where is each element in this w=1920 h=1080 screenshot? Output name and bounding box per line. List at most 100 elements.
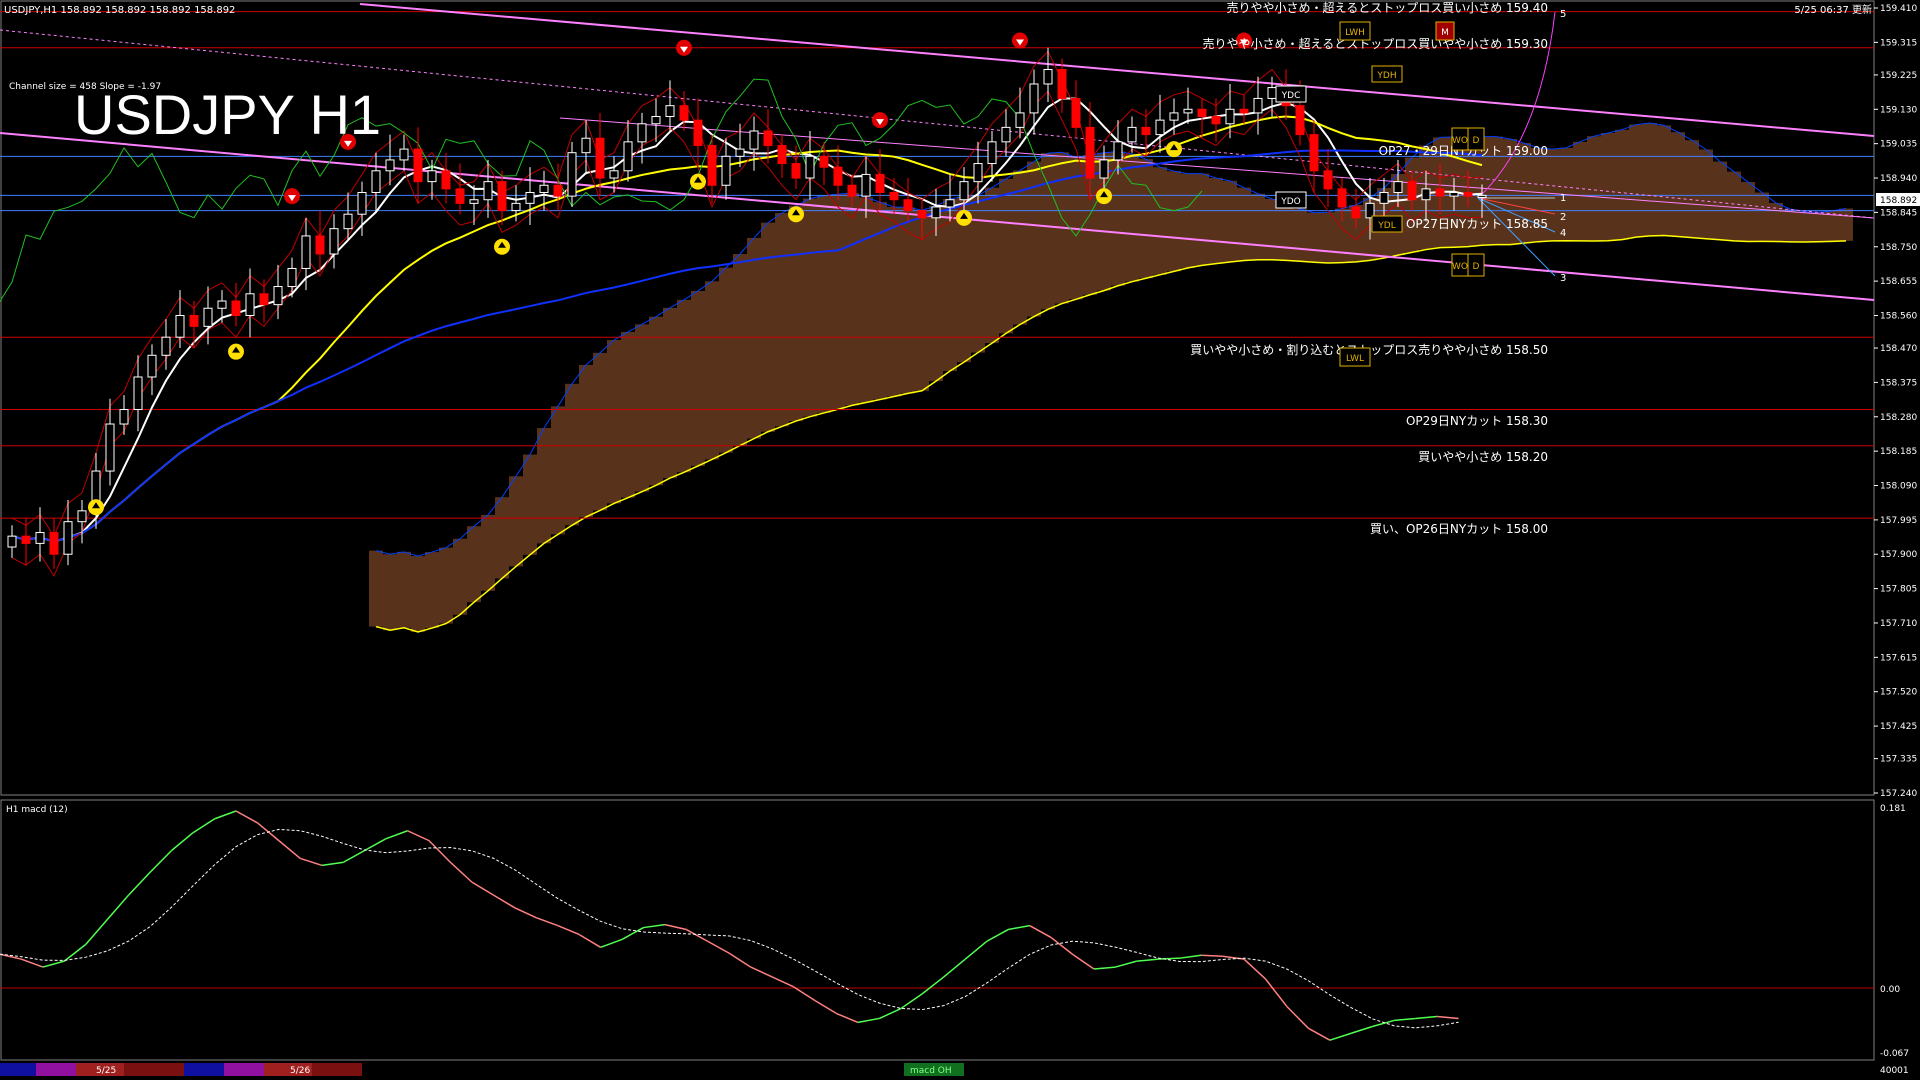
candle-body [413,148,423,183]
candle-body [1309,134,1319,172]
candle-body [1001,126,1011,143]
candle-body [1029,83,1039,114]
candle-body [749,130,759,150]
candle-body [105,423,115,472]
cloud-segment [439,547,453,624]
current-price-tag: 158.892 [1876,193,1920,206]
candle-body [931,206,941,219]
candle-body [343,213,353,230]
candle-body [805,155,815,179]
candle-body [707,144,717,186]
candle-body [539,184,549,193]
macd-line-segment [1158,957,1180,960]
candle-body [1197,108,1207,118]
candle-body [1337,188,1347,208]
fan-label-5: 5 [1560,9,1566,20]
candle-body [1477,194,1487,198]
price-tick-label: 157.995 [1880,516,1917,526]
candle-body [371,170,381,193]
level-annotation-158-20: 買いやや小さめ 158.20 [1418,450,1548,464]
big-title: USDJPY H1 [74,83,381,146]
candle-body [973,163,983,183]
candle-body [497,181,507,212]
price-tick-label: 158.280 [1880,413,1917,423]
candle-body [1253,97,1263,114]
fan-label-2: 2 [1560,212,1566,223]
candle-body [329,228,339,255]
candle-body [959,181,969,201]
symbol-info: USDJPY,H1 158.892 158.892 158.892 158.89… [4,5,235,16]
candle-body [21,535,31,544]
lwl-marker: LWL [1339,347,1371,367]
candle-body [903,199,913,212]
timestamp: 5/25 06:37 更新 [1794,3,1872,16]
price-tick-label: 157.335 [1880,755,1917,765]
cloud-segment [1783,208,1797,242]
candle-body [917,210,927,219]
candle-body [987,141,997,165]
cloud-segment [999,178,1013,334]
candle-body [357,191,367,215]
cloud-segment [943,198,957,372]
cloud-segment [523,454,537,555]
candle-body [427,170,437,183]
candle-body [735,148,745,157]
candle-body [1351,206,1361,219]
cloud-segment [859,197,873,403]
cloud-segment [1671,132,1685,237]
cloud-segment [593,352,607,511]
price-tick-label: 159.130 [1880,105,1917,115]
price-tick-label: 158.940 [1880,174,1917,184]
m-marker: M [1435,21,1455,41]
candle-body [1407,181,1417,201]
candle-body [1393,181,1403,193]
candle-body [1183,108,1193,114]
svg-text:D: D [1473,136,1480,146]
candle-body [1169,112,1179,121]
price-tick-label: 158.750 [1880,243,1917,253]
candle-body [847,184,857,197]
price-tick-label: 158.845 [1880,208,1917,218]
fan-label-3: 3 [1560,273,1566,284]
svg-text:M: M [1441,28,1449,38]
macd-oh-label: macd OH [910,1066,952,1076]
svg-text:158.892: 158.892 [1880,196,1917,206]
price-tick-label: 158.185 [1880,447,1917,457]
candle-body [1057,68,1067,99]
cloud-segment [677,299,691,473]
candle-body [245,293,255,316]
candle-body [1113,141,1123,161]
level-annotation-159-40: 売りやや小さめ・超えるとストップロス買い小さめ 159.40 [1227,0,1548,15]
candle-body [861,173,871,197]
candle-body [679,105,689,121]
candle-body [693,119,703,146]
cloud-segment [1279,203,1293,261]
candle-body [1225,108,1235,125]
price-tick-label: 159.225 [1880,71,1917,81]
candle-body [945,199,955,208]
cloud-segment [1195,173,1209,266]
cloud-segment [607,340,621,504]
candle-body [567,152,577,197]
level-annotation-159-30: 売りやや小さめ・超えるとストップロス買いやや小さめ 159.30 [1203,36,1548,51]
svg-text:YDO: YDO [1280,197,1301,207]
cloud-segment [565,383,579,526]
price-tick-label: 158.560 [1880,311,1917,321]
cloud-segment [761,222,775,432]
candle-body [189,314,199,327]
candle-body [763,130,773,146]
price-tick-label: 157.900 [1880,550,1917,560]
candle-body [1141,126,1151,136]
cloud-segment [1013,170,1027,325]
svg-text:WO: WO [1452,262,1468,272]
cloud-segment [397,551,411,628]
price-tick-label: 157.425 [1880,722,1917,732]
cloud-segment [845,192,859,406]
candle-body [1463,191,1473,197]
cloud-segment [691,290,705,466]
svg-text:YDC: YDC [1281,91,1301,101]
cloud-segment [551,406,565,535]
svg-text:YDH: YDH [1376,71,1396,81]
candle-body [581,137,591,154]
candle-body [1323,170,1333,190]
